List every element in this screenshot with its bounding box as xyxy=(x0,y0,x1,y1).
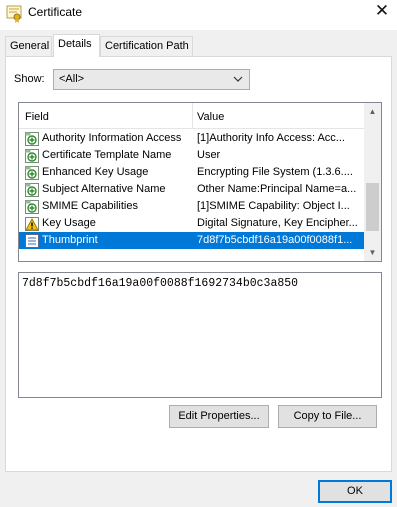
copy-to-file-button[interactable]: Copy to File... xyxy=(278,405,377,428)
list-row[interactable]: Thumbprint 7d8f7b5cbdf16a19a00f0088f1... xyxy=(19,232,364,249)
close-icon: ✕ xyxy=(374,1,390,20)
list-header: Field Value xyxy=(19,103,364,129)
show-dropdown[interactable]: <All> xyxy=(53,69,250,90)
ok-button[interactable]: OK xyxy=(318,480,392,503)
row-value: Encrypting File System (1.3.6.... xyxy=(197,166,353,178)
list-row[interactable]: SMIME Capabilities [1]SMIME Capability: O… xyxy=(19,198,364,215)
details-panel: Show: <All> Field Value Authority Inform… xyxy=(5,56,392,472)
cert-extension-icon xyxy=(24,165,40,181)
row-field: Thumbprint xyxy=(42,234,98,246)
list-rows: Authority Information Access [1]Authority… xyxy=(19,130,364,249)
field-list[interactable]: Field Value Authority Information Access… xyxy=(18,102,382,262)
row-value: [1]SMIME Capability: Object I... xyxy=(197,200,350,212)
cert-extension-icon xyxy=(24,182,40,198)
list-row[interactable]: Subject Alternative Name Other Name:Princ… xyxy=(19,181,364,198)
list-row[interactable]: Key Usage Digital Signature, Key Encipher… xyxy=(19,215,364,232)
chevron-down-icon xyxy=(233,76,243,82)
row-value: Other Name:Principal Name=a... xyxy=(197,183,357,195)
row-field: Authority Information Access xyxy=(42,132,182,144)
cert-extension-icon xyxy=(24,131,40,147)
row-value: User xyxy=(197,149,221,161)
column-header-value[interactable]: Value xyxy=(197,111,224,123)
close-button[interactable]: ✕ xyxy=(367,0,397,24)
list-row[interactable]: Authority Information Access [1]Authority… xyxy=(19,130,364,147)
list-row[interactable]: Certificate Template Name User xyxy=(19,147,364,164)
tab-details[interactable]: Details xyxy=(53,34,100,57)
title-bar: Certificate ✕ xyxy=(0,0,397,30)
show-dropdown-value: <All> xyxy=(59,73,85,85)
row-field: Certificate Template Name xyxy=(42,149,172,161)
edit-properties-button[interactable]: Edit Properties... xyxy=(169,405,269,428)
window-title: Certificate xyxy=(28,5,83,19)
row-value: Digital Signature, Key Encipher... xyxy=(197,217,358,229)
show-label: Show: xyxy=(14,73,45,85)
row-field: SMIME Capabilities xyxy=(42,200,138,212)
row-value: [1]Authority Info Access: Acc... xyxy=(197,132,345,144)
row-field: Key Usage xyxy=(42,217,96,229)
column-header-field[interactable]: Field xyxy=(25,111,49,123)
certificate-icon xyxy=(6,5,22,23)
scroll-thumb[interactable] xyxy=(366,183,379,231)
tab-general[interactable]: General xyxy=(5,36,52,56)
list-row[interactable]: Enhanced Key Usage Encrypting File System… xyxy=(19,164,364,181)
row-field: Enhanced Key Usage xyxy=(42,166,149,178)
tab-certification-path[interactable]: Certification Path xyxy=(100,36,193,56)
cert-extension-icon xyxy=(24,199,40,215)
row-field: Subject Alternative Name xyxy=(42,183,166,195)
vertical-scrollbar[interactable]: ▲ ▼ xyxy=(364,103,381,261)
row-value: 7d8f7b5cbdf16a19a00f0088f1... xyxy=(197,234,353,246)
field-value-text: 7d8f7b5cbdf16a19a00f0088f1692734b0c3a850 xyxy=(22,277,299,290)
cert-critical-extension-icon xyxy=(24,216,40,232)
column-divider[interactable] xyxy=(192,103,193,129)
field-value-box[interactable]: 7d8f7b5cbdf16a19a00f0088f1692734b0c3a850 xyxy=(18,272,382,398)
cert-extension-icon xyxy=(24,148,40,164)
scroll-down-icon[interactable]: ▼ xyxy=(364,244,381,261)
scroll-up-icon[interactable]: ▲ xyxy=(364,103,381,120)
cert-property-icon xyxy=(24,233,40,249)
